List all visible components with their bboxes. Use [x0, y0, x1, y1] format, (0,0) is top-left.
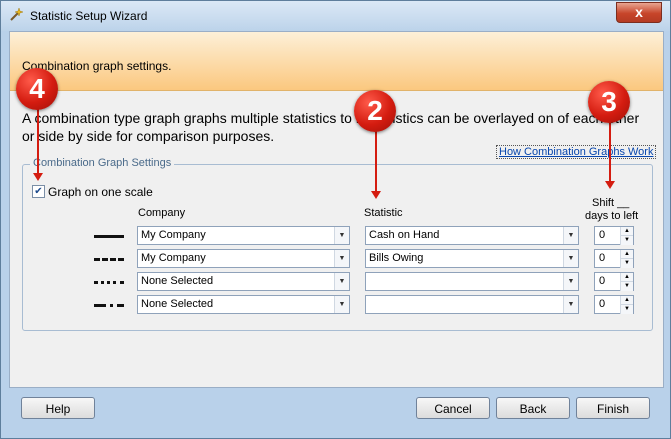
company-select[interactable]: My Company ▼: [137, 249, 350, 268]
statistic-select[interactable]: ▼: [365, 295, 579, 314]
callout-pointer-2: [375, 131, 377, 193]
window-title: Statistic Setup Wizard: [30, 9, 148, 23]
statistic-column-header: Statistic: [364, 207, 403, 219]
group-legend: Combination Graph Settings: [30, 157, 175, 169]
spin-down-icon[interactable]: ▼: [620, 281, 633, 291]
statistic-select[interactable]: Bills Owing ▼: [365, 249, 579, 268]
wizard-content: Combination graph settings. A combinatio…: [9, 31, 664, 388]
wizard-wand-icon: [10, 7, 24, 21]
line-style-dashed: [94, 258, 124, 264]
chevron-down-icon[interactable]: ▼: [334, 273, 349, 290]
spin-up-icon[interactable]: ▲: [620, 227, 633, 235]
chevron-down-icon[interactable]: ▼: [334, 227, 349, 244]
shift-column-subheader: days to left: [585, 210, 639, 222]
callout-badge-3: 3: [588, 81, 630, 123]
company-select[interactable]: My Company ▼: [137, 226, 350, 245]
shift-days-stepper[interactable]: 0 ▲ ▼: [594, 249, 634, 268]
one-scale-label: Graph on one scale: [48, 185, 153, 199]
chevron-down-icon[interactable]: ▼: [563, 296, 578, 313]
callout-badge-4: 4: [16, 68, 58, 110]
chevron-down-icon[interactable]: ▼: [334, 250, 349, 267]
cancel-button[interactable]: Cancel: [416, 397, 490, 419]
callout-pointer-4: [37, 109, 39, 175]
statistic-select[interactable]: ▼: [365, 272, 579, 291]
chevron-down-icon[interactable]: ▼: [563, 250, 578, 267]
shift-days-stepper[interactable]: 0 ▲ ▼: [594, 295, 634, 314]
spin-down-icon[interactable]: ▼: [620, 304, 633, 314]
callout-badge-2: 2: [354, 90, 396, 132]
company-select[interactable]: None Selected ▼: [137, 295, 350, 314]
statistic-select[interactable]: Cash on Hand ▼: [365, 226, 579, 245]
company-select[interactable]: None Selected ▼: [137, 272, 350, 291]
finish-button[interactable]: Finish: [576, 397, 650, 419]
close-button[interactable]: x: [616, 2, 662, 23]
title-bar[interactable]: Statistic Setup Wizard x: [1, 1, 670, 31]
shift-column-header: Shift __: [592, 197, 630, 209]
line-style-solid: [94, 235, 124, 241]
shift-days-stepper[interactable]: 0 ▲ ▼: [594, 226, 634, 245]
help-button[interactable]: Help: [21, 397, 95, 419]
spin-up-icon[interactable]: ▲: [620, 273, 633, 281]
spin-down-icon[interactable]: ▼: [620, 235, 633, 245]
description-text: A combination type graph graphs multiple…: [22, 110, 640, 144]
chevron-down-icon[interactable]: ▼: [563, 273, 578, 290]
back-button[interactable]: Back: [496, 397, 570, 419]
one-scale-checkbox[interactable]: ✔: [32, 185, 45, 198]
spin-up-icon[interactable]: ▲: [620, 296, 633, 304]
help-link[interactable]: How Combination Graphs Work: [496, 145, 657, 159]
line-style-dotted: [94, 281, 124, 287]
line-style-dash-dot: [94, 304, 124, 307]
callout-arrowhead-3: [605, 181, 615, 189]
spin-down-icon[interactable]: ▼: [620, 258, 633, 268]
header-banner: Combination graph settings.: [10, 32, 663, 91]
callout-pointer-3: [609, 121, 611, 183]
shift-days-stepper[interactable]: 0 ▲ ▼: [594, 272, 634, 291]
chevron-down-icon[interactable]: ▼: [563, 227, 578, 244]
spin-up-icon[interactable]: ▲: [620, 250, 633, 258]
callout-arrowhead-2: [371, 191, 381, 199]
company-column-header: Company: [138, 207, 186, 219]
chevron-down-icon[interactable]: ▼: [334, 296, 349, 313]
callout-arrowhead-4: [33, 173, 43, 181]
wizard-window: Statistic Setup Wizard x Combination gra…: [0, 0, 671, 439]
